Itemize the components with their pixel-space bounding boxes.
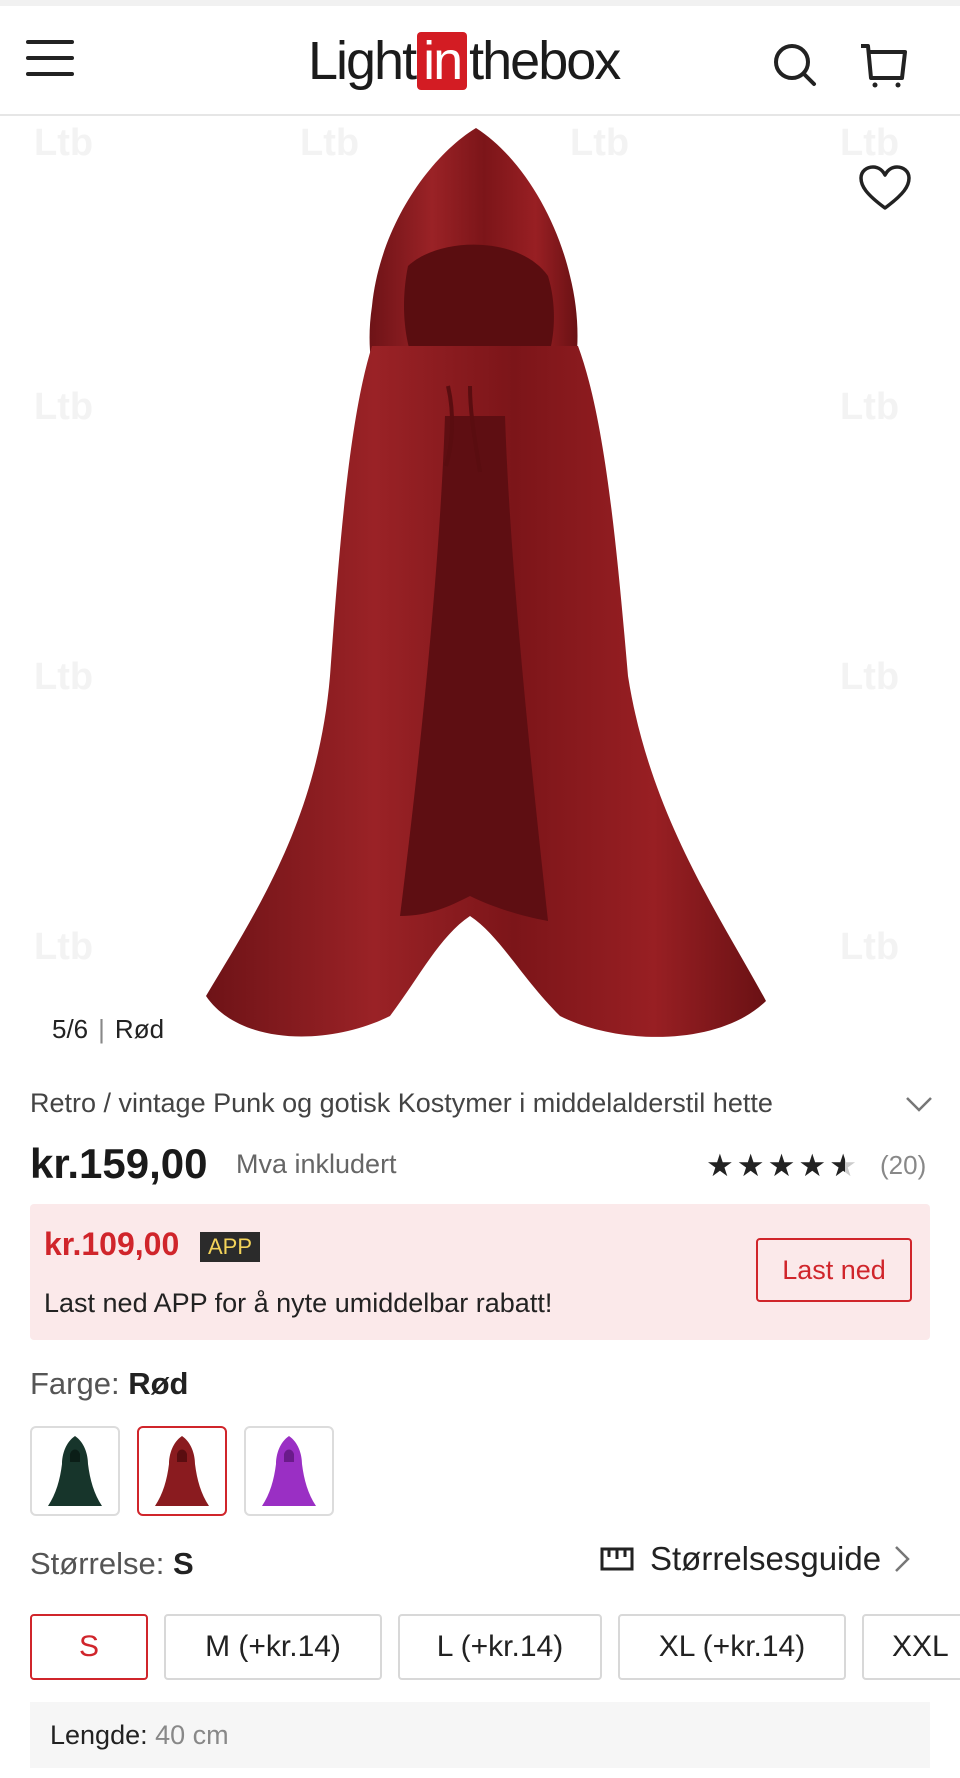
app-price: kr.109,00: [44, 1226, 180, 1262]
product-price: kr.159,00: [30, 1140, 208, 1187]
image-counter: 5/6 | Rød: [52, 1014, 164, 1045]
app-badge: APP: [200, 1232, 261, 1262]
size-option-xl[interactable]: XL (+kr.14): [618, 1614, 846, 1680]
color-swatch-dark-green[interactable]: [30, 1426, 120, 1516]
app-promo-text: Last ned APP for å nyte umiddelbar rabat…: [44, 1288, 553, 1318]
size-label: Størrelse: S: [30, 1546, 194, 1582]
color-swatch-purple[interactable]: [244, 1426, 334, 1516]
size-guide-label: Størrelsesguide: [650, 1540, 882, 1577]
logo-part-light: Light: [308, 31, 417, 91]
half-star-icon: ★★: [829, 1148, 860, 1183]
hamburger-icon[interactable]: [26, 40, 74, 82]
download-app-button[interactable]: Last ned: [756, 1238, 912, 1302]
chevron-down-icon[interactable]: [904, 1094, 934, 1119]
cart-icon[interactable]: [858, 40, 908, 95]
product-title-row[interactable]: Retro / vintage Punk og gotisk Kostymer …: [30, 1088, 934, 1124]
star-icon: ★: [798, 1148, 830, 1183]
star-rating[interactable]: ★★★★★★: [706, 1148, 860, 1184]
product-title: Retro / vintage Punk og gotisk Kostymer …: [30, 1088, 773, 1118]
site-header: Light in thebox: [0, 6, 960, 116]
star-icon: ★: [736, 1148, 768, 1183]
length-value: 40 cm: [155, 1720, 229, 1750]
size-guide-link[interactable]: Størrelsesguide: [600, 1540, 911, 1578]
site-logo[interactable]: Light in thebox: [308, 26, 621, 96]
length-label: Lengde:: [50, 1720, 148, 1750]
image-index: 5/6: [52, 1014, 89, 1044]
logo-part-thebox: thebox: [469, 31, 621, 91]
product-image-cloak: [206, 128, 766, 1037]
color-label: Farge: Rød: [30, 1366, 189, 1402]
size-options: S M (+kr.14) L (+kr.14) XL (+kr.14) XXL: [30, 1614, 960, 1682]
size-option-s[interactable]: S: [30, 1614, 148, 1680]
length-info: Lengde: 40 cm: [30, 1702, 930, 1768]
product-image-gallery[interactable]: Ltb Ltb Ltb Ltb Ltb Ltb Ltb Ltb Ltb Ltb: [0, 116, 960, 1060]
heart-icon[interactable]: [858, 164, 912, 217]
size-option-l[interactable]: L (+kr.14): [398, 1614, 602, 1680]
size-option-m[interactable]: M (+kr.14): [164, 1614, 382, 1680]
divider: |: [98, 1014, 105, 1044]
search-icon[interactable]: [772, 42, 818, 93]
size-option-xxl[interactable]: XXL: [862, 1614, 960, 1680]
ruler-icon: [600, 1545, 634, 1573]
size-label-text: Størrelse:: [30, 1546, 165, 1581]
review-count[interactable]: (20): [880, 1150, 926, 1181]
image-color-name: Rød: [114, 1014, 165, 1044]
selected-size: S: [172, 1546, 194, 1581]
selected-color: Rød: [128, 1366, 189, 1401]
color-label-text: Farge:: [30, 1366, 120, 1401]
color-swatch-red[interactable]: [137, 1426, 227, 1516]
chevron-right-icon: [893, 1544, 911, 1574]
star-icon: ★: [706, 1148, 737, 1183]
length-row: Lengde: 40 cm: [50, 1720, 229, 1751]
star-icon: ★: [767, 1148, 799, 1183]
logo-part-in: in: [417, 32, 468, 90]
app-promo-banner: kr.109,00 APP Last ned APP for å nyte um…: [30, 1204, 930, 1340]
vat-note: Mva inkludert: [236, 1149, 397, 1179]
